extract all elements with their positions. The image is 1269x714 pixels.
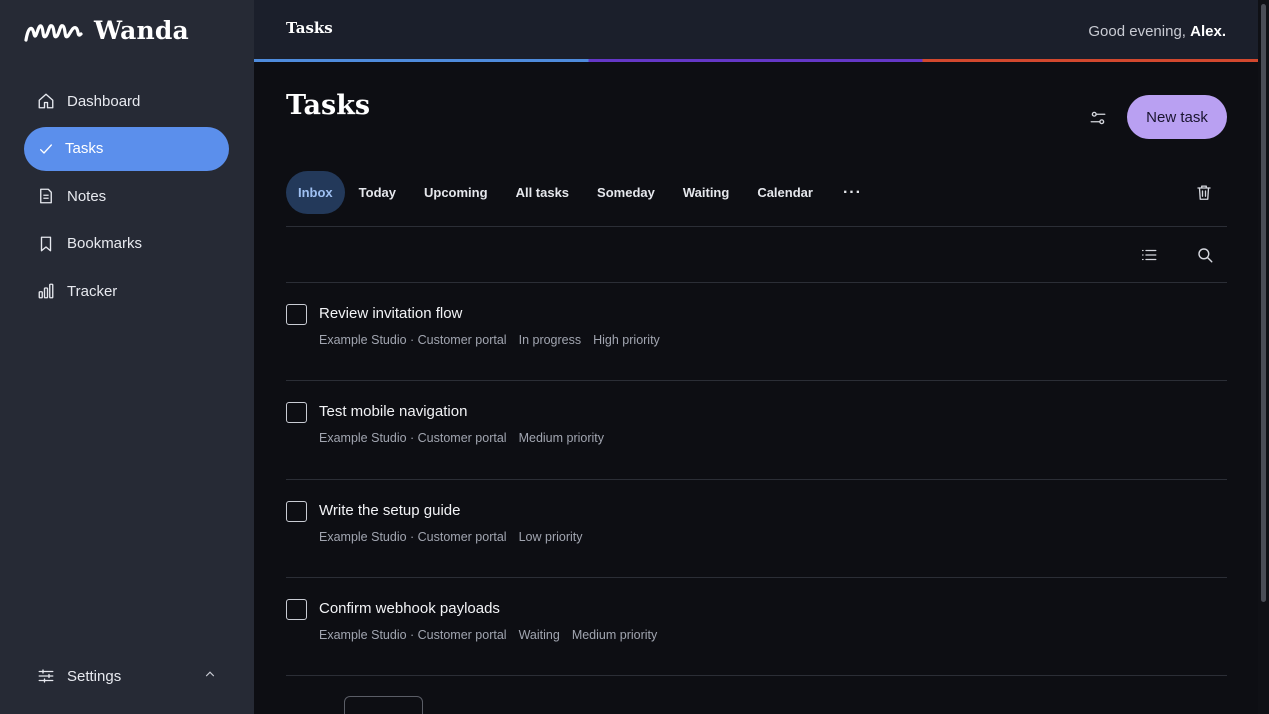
divider (286, 675, 1227, 676)
task-tag: High priority (593, 333, 660, 347)
task-checkbox[interactable] (286, 402, 307, 423)
tab-today[interactable]: Today (345, 171, 410, 214)
sliders-icon (36, 666, 56, 686)
check-icon (36, 139, 56, 159)
list-view-icon[interactable] (1139, 245, 1159, 265)
task-checkbox[interactable] (286, 304, 307, 325)
sidebar-nav: Dashboard Tasks Notes Bookmarks Tracker (24, 79, 229, 317)
task-tag: Waiting (518, 628, 560, 642)
divider (286, 226, 1227, 227)
task-project: Example Studio · Customer portal (319, 431, 507, 445)
task-title[interactable]: Confirm webhook payloads (319, 600, 500, 617)
chevron-up-icon[interactable] (203, 667, 217, 685)
tab-waiting[interactable]: Waiting (669, 171, 743, 214)
app-name: Wanda (94, 15, 189, 45)
task-tag: Medium priority (518, 431, 605, 445)
sidebar-item-tracker[interactable]: Tracker (24, 269, 229, 313)
tab-calendar[interactable]: Calendar (743, 171, 827, 214)
app-logo[interactable]: Wanda (22, 12, 189, 48)
task-row[interactable]: Write the setup guide Example Studio · C… (286, 479, 1227, 577)
bookmark-icon (36, 234, 56, 254)
new-task-button[interactable]: New task (1127, 95, 1227, 139)
greeting-prefix: Good evening, (1088, 23, 1186, 40)
task-row[interactable]: Review invitation flow Example Studio · … (286, 282, 1227, 380)
search-icon[interactable] (1195, 245, 1215, 265)
sidebar-item-label: Dashboard (67, 92, 141, 110)
task-project: Example Studio · Customer portal (319, 333, 507, 347)
page-size-select[interactable] (344, 696, 423, 714)
sidebar: Wanda Dashboard Tasks Notes Bookmarks Tr… (0, 0, 254, 714)
task-tag: In progress (518, 333, 582, 347)
greeting: Good evening, Alex. (1088, 23, 1226, 40)
task-meta: Example Studio · Customer portal In prog… (319, 333, 660, 347)
topbar-title: Tasks (286, 19, 333, 37)
page-scrollbar[interactable] (1258, 0, 1269, 714)
tab-someday[interactable]: Someday (583, 171, 669, 214)
sidebar-item-label: Tracker (67, 282, 118, 300)
page-title: Tasks (286, 90, 371, 121)
task-tag: Medium priority (571, 628, 658, 642)
more-tabs-button[interactable]: ··· (827, 171, 878, 214)
greeting-name: Alex. (1190, 23, 1226, 40)
tab-all-tasks[interactable]: All tasks (502, 171, 583, 214)
bar-chart-icon (36, 281, 56, 301)
task-meta: Example Studio · Customer portal Low pri… (319, 530, 583, 544)
top-bar: Tasks Good evening, Alex. (254, 0, 1258, 60)
task-meta: Example Studio · Customer portal Waiting… (319, 628, 657, 642)
header-accent-bar (254, 59, 1258, 62)
tab-inbox[interactable]: Inbox (286, 171, 345, 214)
settings-menu[interactable]: Settings (24, 654, 229, 698)
sidebar-item-label: Bookmarks (67, 235, 143, 253)
task-checkbox[interactable] (286, 599, 307, 620)
sidebar-item-tasks[interactable]: Tasks (24, 126, 229, 171)
note-icon (36, 186, 56, 206)
sidebar-item-bookmarks[interactable]: Bookmarks (24, 222, 229, 266)
sidebar-item-label: Tasks (65, 140, 104, 158)
task-title[interactable]: Write the setup guide (319, 502, 460, 519)
task-title[interactable]: Test mobile navigation (319, 403, 467, 420)
task-tabs: Inbox Today Upcoming All tasks Someday W… (286, 171, 878, 214)
task-checkbox[interactable] (286, 501, 307, 522)
home-icon (36, 91, 56, 111)
task-title[interactable]: Review invitation flow (319, 305, 462, 322)
task-tag: Low priority (518, 530, 583, 544)
task-meta: Example Studio · Customer portal Medium … (319, 431, 604, 445)
sidebar-item-label: Notes (67, 187, 107, 205)
trash-icon[interactable] (1193, 181, 1215, 203)
tab-upcoming[interactable]: Upcoming (410, 171, 502, 214)
task-row[interactable]: Confirm webhook payloads Example Studio … (286, 577, 1227, 675)
task-project: Example Studio · Customer portal (319, 628, 507, 642)
filter-icon[interactable] (1086, 106, 1110, 130)
logo-mark-icon (24, 24, 83, 42)
sidebar-item-notes[interactable]: Notes (24, 174, 229, 218)
scrollbar-thumb[interactable] (1261, 4, 1266, 602)
task-row[interactable]: Test mobile navigation Example Studio · … (286, 380, 1227, 478)
settings-label: Settings (67, 667, 122, 685)
sidebar-item-dashboard[interactable]: Dashboard (24, 79, 229, 123)
task-project: Example Studio · Customer portal (319, 530, 507, 544)
